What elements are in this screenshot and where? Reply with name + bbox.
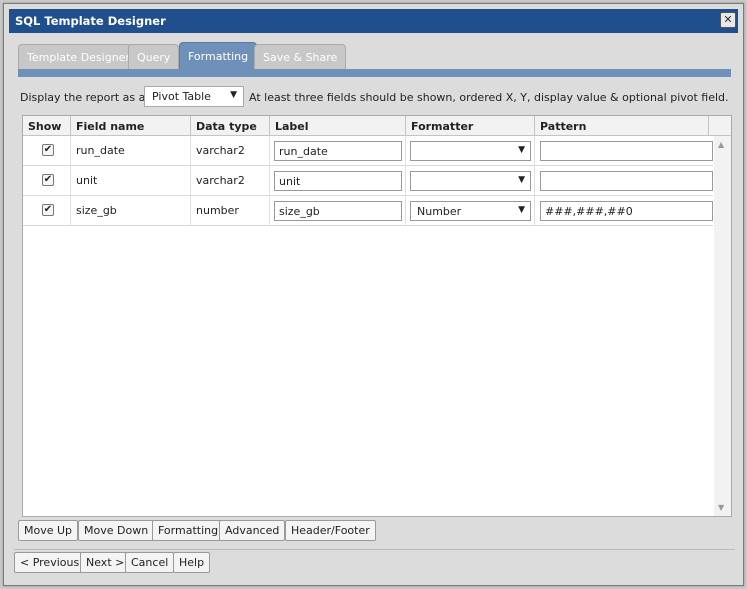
previous-button[interactable]: < Previous xyxy=(14,552,86,573)
show-cell: ✔ xyxy=(23,166,71,196)
dialog-title: SQL Template Designer xyxy=(15,14,166,28)
pattern-cell: ###,###,##0 xyxy=(535,196,713,226)
formatter-cell: ▼ xyxy=(406,136,535,166)
formatter-cell: Number ▼ xyxy=(406,196,535,226)
table-row: ✔ unit varchar2 unit ▼ xyxy=(23,166,713,196)
formatter-select[interactable]: ▼ xyxy=(410,141,531,161)
sql-template-designer-dialog: SQL Template Designer ✕ Template Designe… xyxy=(3,3,744,586)
next-button[interactable]: Next > xyxy=(80,552,131,573)
grid-header: Show Field name Data type Label Formatte… xyxy=(23,116,731,136)
label-cell: size_gb xyxy=(270,196,406,226)
column-header-formatter[interactable]: Formatter xyxy=(406,116,535,136)
display-type-select[interactable]: Pivot Table ▼ xyxy=(144,86,244,107)
header-footer-button[interactable]: Header/Footer xyxy=(285,520,376,541)
data-type-cell: varchar2 xyxy=(191,136,270,166)
field-name-cell: unit xyxy=(71,166,191,196)
pattern-input[interactable] xyxy=(540,171,713,191)
dialog-titlebar: SQL Template Designer ✕ xyxy=(9,9,738,33)
column-header-data-type[interactable]: Data type xyxy=(191,116,270,136)
pattern-input[interactable] xyxy=(540,141,713,161)
move-up-button[interactable]: Move Up xyxy=(18,520,79,541)
field-name-cell: size_gb xyxy=(71,196,191,226)
formatter-select[interactable]: Number ▼ xyxy=(410,201,531,221)
checkmark-icon: ✔ xyxy=(43,174,53,185)
move-down-button[interactable]: Move Down xyxy=(78,520,155,541)
fields-grid: Show Field name Data type Label Formatte… xyxy=(22,115,732,517)
close-icon[interactable]: ✕ xyxy=(720,12,736,28)
show-checkbox[interactable]: ✔ xyxy=(42,174,54,186)
label-input[interactable]: run_date xyxy=(274,141,402,161)
chevron-down-icon: ▼ xyxy=(518,175,525,185)
tab-formatting[interactable]: Formatting xyxy=(179,42,258,69)
label-input[interactable]: size_gb xyxy=(274,201,402,221)
table-row: ✔ size_gb number size_gb Number ▼ ###,##… xyxy=(23,196,713,226)
display-row: Display the report as a: Pivot Table ▼ A… xyxy=(20,86,730,108)
column-header-show[interactable]: Show xyxy=(23,116,71,136)
formatter-cell: ▼ xyxy=(406,166,535,196)
label-cell: unit xyxy=(270,166,406,196)
scroll-down-icon[interactable]: ▼ xyxy=(718,503,724,512)
show-checkbox[interactable]: ✔ xyxy=(42,144,54,156)
checkmark-icon: ✔ xyxy=(43,144,53,155)
divider xyxy=(14,549,735,550)
field-name-cell: run_date xyxy=(71,136,191,166)
show-cell: ✔ xyxy=(23,196,71,226)
scroll-up-icon[interactable]: ▲ xyxy=(718,140,724,149)
tab-template-designer[interactable]: Template Designer xyxy=(18,44,139,69)
show-checkbox[interactable]: ✔ xyxy=(42,204,54,216)
checkmark-icon: ✔ xyxy=(43,204,53,215)
pattern-cell xyxy=(535,136,713,166)
pattern-input[interactable]: ###,###,##0 xyxy=(540,201,713,221)
formatter-value: Number xyxy=(417,205,462,218)
display-label: Display the report as a: xyxy=(20,91,150,104)
pattern-cell xyxy=(535,166,713,196)
chevron-down-icon: ▼ xyxy=(230,90,237,100)
help-button[interactable]: Help xyxy=(173,552,211,573)
display-hint: At least three fields should be shown, o… xyxy=(249,91,729,104)
formatting-button[interactable]: Formatting xyxy=(152,520,225,541)
column-header-field-name[interactable]: Field name xyxy=(71,116,191,136)
data-type-cell: varchar2 xyxy=(191,166,270,196)
advanced-button[interactable]: Advanced xyxy=(219,520,286,541)
data-type-cell: number xyxy=(191,196,270,226)
column-header-label[interactable]: Label xyxy=(270,116,406,136)
cancel-button[interactable]: Cancel xyxy=(125,552,175,573)
chevron-down-icon: ▼ xyxy=(518,145,525,155)
show-cell: ✔ xyxy=(23,136,71,166)
column-header-pattern[interactable]: Pattern xyxy=(535,116,709,136)
label-input[interactable]: unit xyxy=(274,171,402,191)
tab-query[interactable]: Query xyxy=(128,44,180,69)
display-type-value: Pivot Table xyxy=(152,90,211,103)
label-cell: run_date xyxy=(270,136,406,166)
table-row: ✔ run_date varchar2 run_date ▼ xyxy=(23,136,713,166)
grid-scrollbar[interactable]: ▲ ▼ xyxy=(714,136,731,516)
chevron-down-icon: ▼ xyxy=(518,205,525,215)
tab-save-share[interactable]: Save & Share xyxy=(254,44,347,69)
tab-strip xyxy=(18,69,731,77)
formatter-select[interactable]: ▼ xyxy=(410,171,531,191)
